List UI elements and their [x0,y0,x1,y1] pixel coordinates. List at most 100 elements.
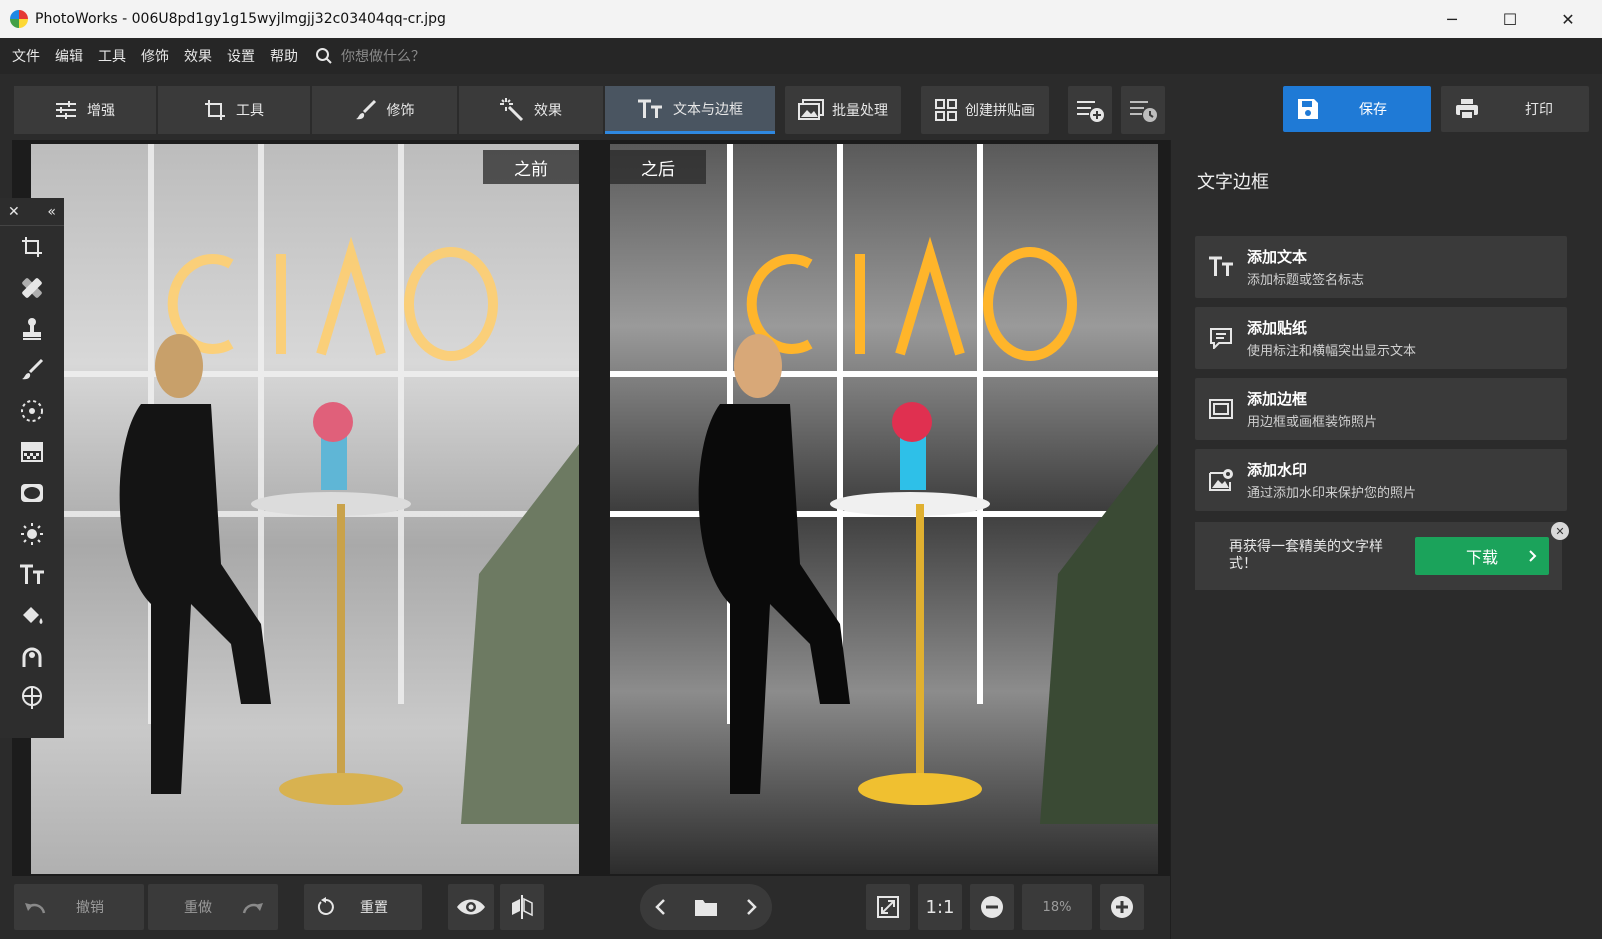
light-icon [21,522,43,545]
redo-button[interactable]: 重做 [148,884,278,930]
brush-icon [355,99,376,120]
preview-toggle-button[interactable] [448,884,494,930]
close-window-button[interactable]: ✕ [1539,0,1597,38]
after-photo[interactable]: 之后 [610,144,1158,874]
before-photo-scene [31,144,579,824]
app-logo-icon [10,10,28,28]
watermark-icon [1195,468,1247,492]
adjust-history-icon [1130,101,1157,122]
gradient-tool[interactable] [0,431,64,472]
zoom-in-icon [1111,896,1133,918]
fill-icon [23,606,43,624]
printer-icon [1456,99,1478,120]
tool-panel-close-icon[interactable]: ✕ [8,204,20,220]
menu-help[interactable]: 帮助 [270,46,298,66]
search-input[interactable]: 你想做什么？ [341,46,425,66]
title-bar: PhotoWorks - 006U8pd1gy1g15wyjlmgjj32c03… [0,0,1602,38]
collage-button[interactable]: 创建拼贴画 [921,86,1049,134]
vignette-tool[interactable] [0,472,64,513]
menu-settings[interactable]: 设置 [227,46,255,66]
bottom-bar: 撤销 重做 重置 1:1 18% [0,876,1170,939]
menu-retouch[interactable]: 修饰 [141,46,169,66]
fit-screen-button[interactable] [866,884,910,930]
radial-tool[interactable] [0,390,64,431]
print-button[interactable]: 打印 [1441,86,1589,132]
zoom-in-button[interactable] [1100,884,1144,930]
healing-tool[interactable] [0,267,64,308]
add-text-title: 添加文本 [1247,248,1308,266]
actual-size-button[interactable]: 1:1 [918,884,962,930]
menu-file[interactable]: 文件 [12,46,40,66]
save-button[interactable]: 保存 [1283,86,1431,132]
compare-button[interactable] [500,884,544,930]
canvas-area: 之前 之后 [12,140,1170,876]
save-label: 保存 [1359,102,1387,118]
folder-icon[interactable] [694,897,718,917]
add-sticker-card[interactable]: 添加贴纸 使用标注和横幅突出显示文本 [1195,307,1567,369]
tab-tools-label: 工具 [236,103,264,119]
download-button[interactable]: 下载 [1415,537,1549,575]
zoom-level[interactable]: 18% [1022,884,1092,930]
gradient-icon [21,441,43,462]
sticker-icon [1195,327,1247,349]
curves-tool[interactable] [0,636,64,677]
menu-effects[interactable]: 效果 [184,46,212,66]
menu-tools[interactable]: 工具 [98,46,126,66]
reset-button[interactable]: 重置 [304,884,422,930]
add-watermark-desc: 通过添加水印来保护您的照片 [1247,486,1417,501]
search-icon[interactable] [315,47,333,65]
batch-button[interactable]: 批量处理 [785,86,901,134]
frame-icon [1195,399,1247,419]
curves-icon [22,647,42,667]
add-watermark-title: 添加水印 [1247,461,1308,479]
clone-stamp-tool[interactable] [0,308,64,349]
collage-icon [935,99,957,121]
previous-icon[interactable] [654,898,666,916]
tab-tools[interactable]: 工具 [158,86,310,134]
right-panel: 文字边框 添加文本添加标题或签名标志 添加贴纸 使用标注和横幅突出显示文本 添加边… [1170,140,1602,939]
window-title: PhotoWorks - 006U8pd1gy1g15wyjlmgjj32c03… [35,11,446,27]
tab-retouch[interactable]: 修饰 [312,86,457,134]
fill-tool[interactable] [0,595,64,636]
add-text-desc: 添加标题或签名标志 [1247,273,1365,288]
add-watermark-card[interactable]: 添加水印通过添加水印来保护您的照片 [1195,449,1567,511]
geo-tool[interactable] [0,677,64,718]
main-toolbar: 增强 工具 修饰 效果 文本与边框 批量处理 创建拼贴画 保存 打印 [0,74,1602,140]
light-tool[interactable] [0,513,64,554]
promo-banner: 再获得一套精美的文字样式！ 下载 [1195,522,1562,590]
fit-screen-icon [877,896,899,918]
before-photo[interactable]: 之前 [31,144,579,874]
tab-text-frames-label: 文本与边框 [673,101,743,118]
redo-label: 重做 [184,900,212,916]
print-label: 打印 [1525,102,1553,118]
add-text-card[interactable]: 添加文本添加标题或签名标志 [1195,236,1567,298]
tab-text-frames[interactable]: 文本与边框 [605,86,775,134]
maximize-button[interactable]: ☐ [1481,0,1539,38]
add-sticker-title: 添加贴纸 [1247,319,1308,337]
add-adjustment-button[interactable] [1068,86,1112,134]
text-tool[interactable] [0,554,64,595]
tab-effects[interactable]: 效果 [459,86,603,134]
brush-icon [22,358,44,379]
undo-button[interactable]: 撤销 [14,884,144,930]
adjust-add-icon [1077,101,1104,122]
add-frame-card[interactable]: 添加边框 用边框或画框装饰照片 [1195,378,1567,440]
zoom-out-button[interactable] [970,884,1014,930]
history-adjustment-button[interactable] [1121,86,1165,134]
tab-enhance[interactable]: 增强 [14,86,156,134]
menu-edit[interactable]: 编辑 [55,46,83,66]
text-icon [638,99,662,118]
panel-title: 文字边框 [1197,172,1269,193]
after-photo-scene [610,144,1158,824]
batch-images-icon [798,99,824,120]
tool-panel-collapse-icon[interactable]: « [47,204,56,220]
minimize-button[interactable]: ─ [1423,0,1481,38]
brush-tool[interactable] [0,349,64,390]
navigation-group [640,884,772,930]
geo-icon [22,685,42,709]
next-icon[interactable] [746,898,758,916]
vignette-icon [21,483,43,502]
eye-icon [457,899,485,915]
promo-close-button[interactable]: ✕ [1551,522,1569,540]
crop-rotate-tool[interactable] [0,226,64,267]
